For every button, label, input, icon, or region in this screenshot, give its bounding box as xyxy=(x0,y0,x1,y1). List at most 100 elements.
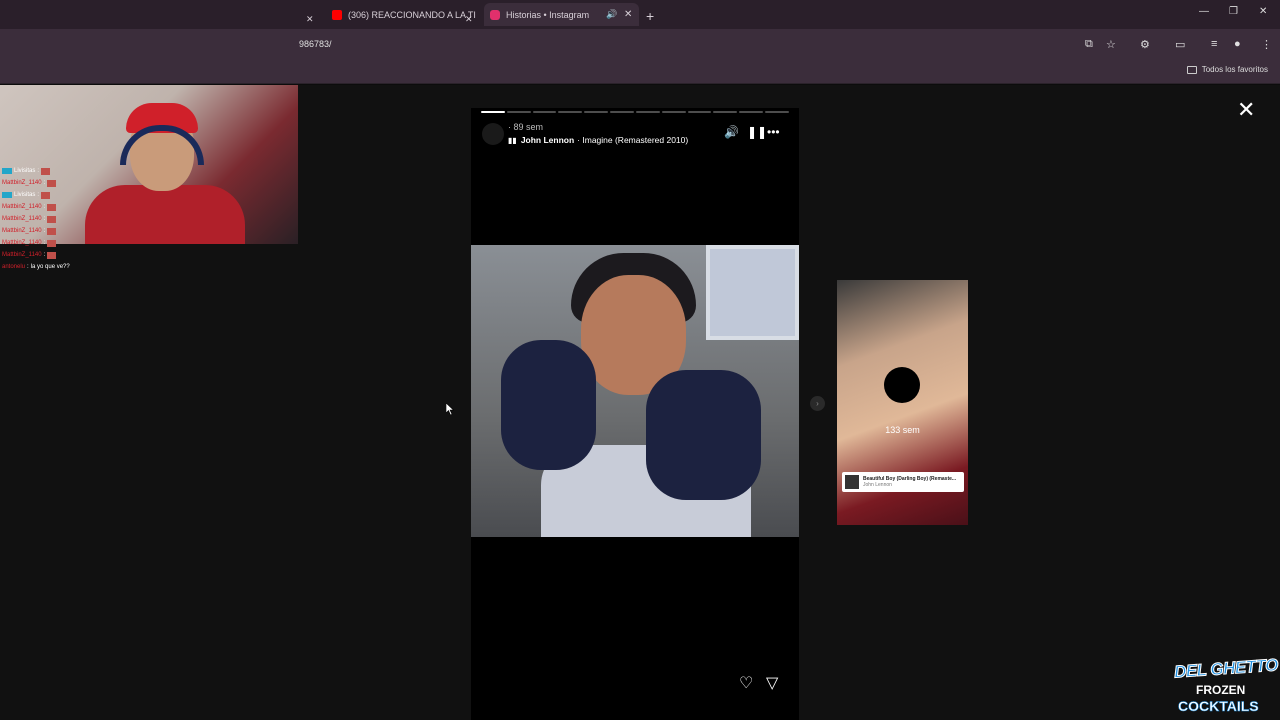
chat-message: MattbinZ_1140: xyxy=(2,237,122,249)
progress-segment xyxy=(610,111,634,113)
volume-icon[interactable]: 🔊 xyxy=(724,125,739,139)
chat-colon: : xyxy=(43,216,46,222)
story-viewer[interactable]: · 89 sem ▮▮ John Lennon · Imagine (Remas… xyxy=(471,108,799,720)
avatar[interactable] xyxy=(482,123,504,145)
chat-colon: : xyxy=(37,168,40,174)
sponsor-line1: DEL GHETTO xyxy=(1173,655,1279,682)
extensions-icon[interactable]: ⚙ xyxy=(1140,38,1150,51)
chat-username: antonelu xyxy=(2,264,26,270)
tab-youtube[interactable]: (306) REACCIONANDO A LA TI xyxy=(326,3,478,26)
music-sticker: Beautiful Boy (Darling Boy) (Remaste... … xyxy=(842,472,964,492)
chat-message: MattbinZ_1140: xyxy=(2,249,122,261)
chat-username: MattbinZ_1140 xyxy=(2,216,42,222)
progress-segment xyxy=(661,111,686,113)
chat-username: MattbinZ_1140 xyxy=(2,204,42,210)
chat-colon: : xyxy=(43,180,46,186)
all-bookmarks[interactable]: Todos los favoritos xyxy=(1186,65,1268,74)
album-cover xyxy=(845,475,859,489)
chat-username: Livisitas xyxy=(14,192,36,198)
emote-icon xyxy=(47,251,57,259)
emote-icon xyxy=(41,191,51,199)
chat-message: MattbinZ_1140: xyxy=(2,225,122,237)
instagram-stories-page: · 89 sem ▮▮ John Lennon · Imagine (Remas… xyxy=(0,85,1280,720)
instagram-icon xyxy=(490,9,500,20)
profile-icon[interactable]: ● xyxy=(1234,38,1241,50)
avatar xyxy=(884,367,920,403)
close-tab-icon[interactable]: ✕ xyxy=(465,8,473,31)
emote-icon xyxy=(47,227,57,235)
more-options-icon[interactable]: ••• xyxy=(767,125,780,139)
share-icon[interactable]: ▽ xyxy=(766,673,778,693)
song-artist: John Lennon xyxy=(520,135,575,145)
progress-segment xyxy=(481,111,505,113)
badge-icon xyxy=(2,192,12,198)
chat-colon: : xyxy=(43,240,46,246)
progress-segment xyxy=(687,111,712,113)
mouse-cursor-icon xyxy=(446,403,454,415)
folder-icon xyxy=(1186,65,1197,74)
sponsor-line3: COCKTAILS xyxy=(1178,698,1259,715)
emote-icon xyxy=(47,179,57,187)
story-photo xyxy=(471,245,799,537)
progress-segment xyxy=(635,111,660,113)
star-icon[interactable]: ☆ xyxy=(1106,38,1116,51)
heart-icon[interactable]: ♡ xyxy=(739,673,753,693)
photo-glove-right xyxy=(646,370,761,500)
chat-username: MattbinZ_1140 xyxy=(2,240,42,246)
cast-icon[interactable]: ▭ xyxy=(1175,38,1185,51)
close-tab-icon[interactable]: ✕ xyxy=(306,8,314,31)
progress-segment xyxy=(558,111,583,113)
close-icon[interactable]: ✕ xyxy=(1237,99,1255,121)
emote-icon xyxy=(41,167,51,175)
progress-segment xyxy=(532,111,557,113)
chat-message: Livisitas: xyxy=(2,189,122,201)
music-icon: ▮▮ xyxy=(508,135,517,145)
preview-time: 133 sem xyxy=(885,425,920,435)
tab-bar: ✕ (306) REACCIONANDO A LA TI ✕ Historias… xyxy=(0,0,1280,29)
story-song[interactable]: ▮▮ John Lennon · Imagine (Remastered 201… xyxy=(508,135,688,145)
chat-message: MattbinZ_1140: xyxy=(2,201,122,213)
new-tab-icon[interactable]: + xyxy=(646,4,654,27)
progress-segment xyxy=(765,111,789,113)
tab-title: (306) REACCIONANDO A LA TI xyxy=(348,9,476,20)
close-tab-icon[interactable]: ✕ xyxy=(624,9,632,20)
url-text[interactable]: 986783/ xyxy=(299,39,332,49)
emote-icon xyxy=(47,203,57,211)
chat-username: Livisitas xyxy=(14,168,36,174)
chat-colon: : xyxy=(43,252,46,258)
chat-username: MattbinZ_1140 xyxy=(2,180,42,186)
window-close-icon[interactable]: ✕ xyxy=(1259,6,1267,17)
address-bar: 986783/ ⧉ ☆ ⚙ ▭ ≡ ● ⋮ xyxy=(0,29,1280,59)
progress-segment xyxy=(713,111,738,113)
install-app-icon[interactable]: ⧉ xyxy=(1085,38,1093,51)
chat-username: MattbinZ_1140 xyxy=(2,228,42,234)
speaker-icon[interactable]: 🔊 xyxy=(606,9,617,20)
media-icon[interactable]: ≡ xyxy=(1211,38,1217,50)
next-story-arrow-icon[interactable]: › xyxy=(810,396,825,411)
stream-chat: Livisitas: MattbinZ_1140: Livisitas: Mattbi… xyxy=(2,165,122,273)
minimize-icon[interactable]: — xyxy=(1199,6,1209,17)
song-title: Imagine (Remastered 2010) xyxy=(582,135,689,145)
tab-title: Historias • Instagram xyxy=(506,9,590,20)
music-artist: John Lennon xyxy=(863,482,892,488)
restore-icon[interactable]: ❐ xyxy=(1229,6,1238,17)
progress-segment xyxy=(506,111,531,113)
next-story-preview[interactable]: 133 sem Beautiful Boy (Darling Boy) (Rem… xyxy=(837,280,968,525)
chat-colon: : xyxy=(27,264,29,270)
sponsor-logo: DEL GHETTO FROZEN COCKTAILS xyxy=(1170,653,1280,720)
menu-icon[interactable]: ⋮ xyxy=(1261,38,1272,51)
screen: { "browser": { "tabs": [ {"title": "(306… xyxy=(0,0,1280,720)
chat-text: la yo que ve?? xyxy=(30,264,70,270)
chat-message: Livisitas: xyxy=(2,165,122,177)
story-progress xyxy=(481,111,789,113)
chat-message: MattbinZ_1140: xyxy=(2,177,122,189)
chat-colon: : xyxy=(37,192,40,198)
emote-icon xyxy=(47,215,57,223)
pause-icon[interactable]: ❚❚ xyxy=(747,125,767,139)
chat-message: MattbinZ_1140: xyxy=(2,213,122,225)
progress-segment xyxy=(739,111,764,113)
photo-monitor xyxy=(706,245,799,340)
bookmarks-label: Todos los favoritos xyxy=(1201,65,1268,74)
chat-colon: : xyxy=(43,228,46,234)
tab-instagram[interactable]: Historias • Instagram 🔊 ✕ xyxy=(484,3,639,26)
